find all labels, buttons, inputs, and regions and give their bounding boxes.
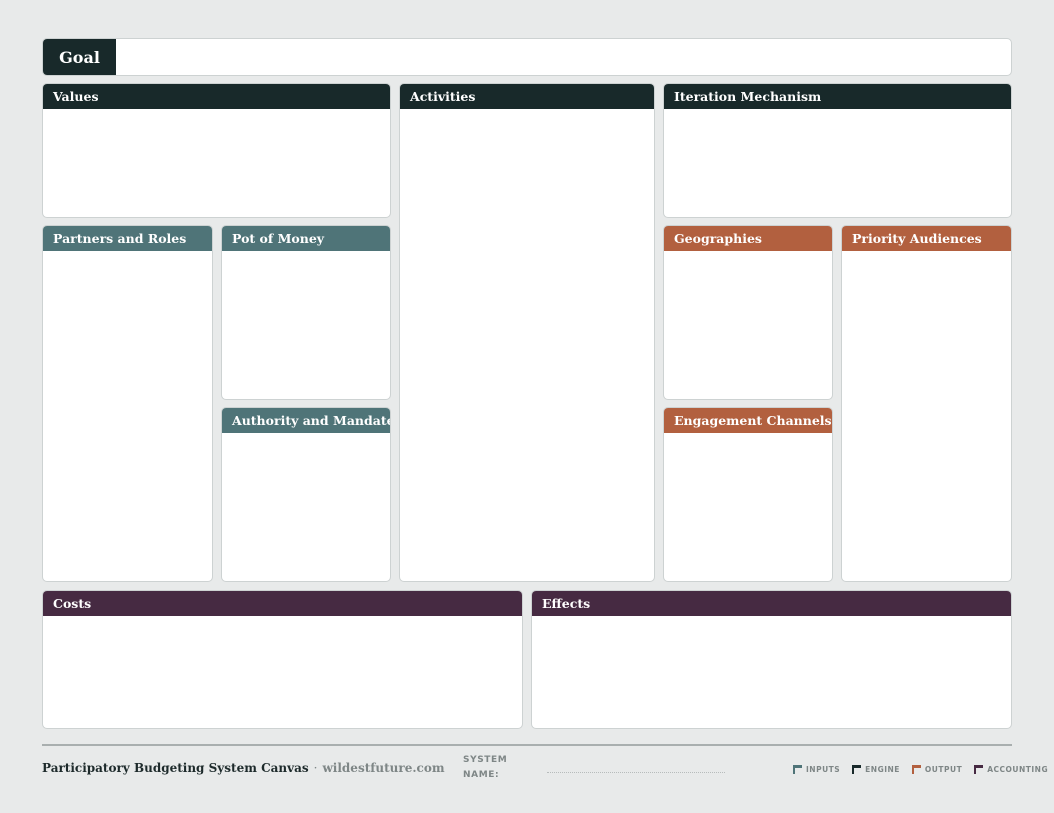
engine-flag-icon: [852, 764, 862, 774]
title-separator: ·: [313, 761, 318, 775]
legend-label: OUTPUT: [924, 764, 963, 774]
effects-field[interactable]: [532, 616, 1011, 728]
engagement-channels-field[interactable]: [664, 433, 832, 581]
legend-label: ACCOUNTING: [987, 764, 1049, 774]
system-name-label: SYSTEM NAME:: [463, 753, 523, 783]
geographies-heading: Geographies: [664, 226, 832, 251]
effects-heading: Effects: [532, 591, 1011, 616]
activities-section: Activities: [399, 83, 655, 582]
activities-field[interactable]: [400, 109, 654, 581]
authority-and-mandate-section: Authority and Mandate: [221, 407, 391, 582]
engagement-channels-section: Engagement Channels: [663, 407, 833, 582]
inputs-flag-icon: [793, 764, 802, 774]
legend-label: ENGINE: [865, 764, 900, 774]
geographies-section: Geographies: [663, 225, 833, 400]
goal-field[interactable]: [116, 39, 1011, 75]
system-name-label-line2: NAME:: [463, 770, 500, 780]
website-link[interactable]: wildestfuture.com: [322, 761, 444, 775]
priority-audiences-section: Priority Audiences: [841, 225, 1012, 582]
accounting-flag-icon: [974, 764, 984, 774]
legend-label: INPUTS: [806, 764, 841, 774]
legend-item-accounting: ACCOUNTING: [974, 764, 1049, 774]
pot-of-money-section: Pot of Money: [221, 225, 391, 400]
partners-and-roles-section: Partners and Roles: [42, 225, 213, 582]
legend-item-engine: ENGINE: [852, 764, 900, 774]
partners-and-roles-field[interactable]: [43, 251, 212, 581]
costs-heading: Costs: [43, 591, 522, 616]
priority-audiences-heading: Priority Audiences: [842, 226, 1011, 251]
costs-field[interactable]: [43, 616, 522, 728]
system-name-field[interactable]: [547, 772, 725, 773]
iteration-mechanism-field[interactable]: [664, 109, 1011, 217]
geographies-field[interactable]: [664, 251, 832, 399]
partners-and-roles-heading: Partners and Roles: [43, 226, 212, 251]
canvas-title: Participatory Budgeting System Canvas · …: [42, 760, 445, 776]
values-field[interactable]: [43, 109, 390, 217]
system-name-label-line1: SYSTEM: [463, 755, 508, 765]
effects-section: Effects: [531, 590, 1012, 729]
iteration-mechanism-section: Iteration Mechanism: [663, 83, 1012, 218]
priority-audiences-field[interactable]: [842, 251, 1011, 581]
activities-heading: Activities: [400, 84, 654, 109]
legend-item-inputs: INPUTS: [793, 764, 841, 774]
goal-section: Goal: [42, 38, 1012, 76]
canvas-title-text: Participatory Budgeting System Canvas: [42, 761, 309, 775]
authority-and-mandate-field[interactable]: [222, 433, 390, 581]
authority-and-mandate-heading: Authority and Mandate: [222, 408, 390, 433]
values-heading: Values: [43, 84, 390, 109]
pot-of-money-heading: Pot of Money: [222, 226, 390, 251]
values-section: Values: [42, 83, 391, 218]
goal-label: Goal: [43, 39, 116, 75]
legend-item-output: OUTPUT: [911, 764, 963, 774]
pot-of-money-field[interactable]: [222, 251, 390, 399]
iteration-mechanism-heading: Iteration Mechanism: [664, 84, 1011, 109]
output-flag-icon: [911, 764, 921, 774]
engagement-channels-heading: Engagement Channels: [664, 408, 832, 433]
costs-section: Costs: [42, 590, 523, 729]
footer-divider: [42, 744, 1012, 746]
legend: INPUTS ENGINE OUTPUT ACCOUNTING: [793, 762, 1048, 776]
